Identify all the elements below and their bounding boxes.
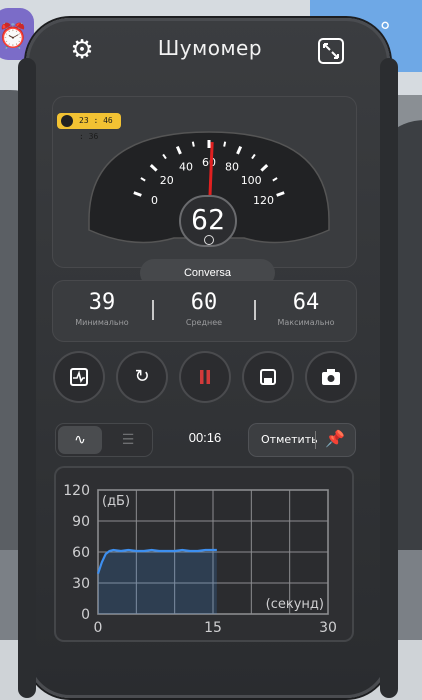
x-axis-label: (секунд) bbox=[266, 597, 324, 612]
gauge-scale-label: 0 bbox=[151, 194, 158, 207]
timer-small-icon bbox=[204, 235, 214, 245]
stat-min: 39 Минимально bbox=[52, 290, 152, 327]
stat-max-value: 64 bbox=[292, 290, 320, 315]
stat-avg-value: 60 bbox=[190, 290, 218, 315]
stat-max: 64 Максимально bbox=[256, 290, 356, 327]
wave-icon: ∿ bbox=[74, 432, 86, 448]
gauge-scale-label: 60 bbox=[202, 156, 216, 169]
page-title: Шумомер bbox=[157, 36, 263, 60]
y-tick-label: 90 bbox=[72, 514, 90, 530]
gauge-tick bbox=[223, 141, 227, 147]
history-chart: 120 90 60 30 00 15 30 (дБ) (секунд) bbox=[63, 483, 337, 636]
gauge-tick bbox=[191, 141, 195, 147]
reset-icon: ↻ bbox=[134, 366, 150, 387]
gauge-scale-label: 40 bbox=[179, 161, 193, 174]
heart-icon bbox=[61, 115, 73, 127]
stat-min-label: Минимально bbox=[75, 318, 129, 327]
current-db-value: 62 bbox=[191, 203, 225, 236]
save-icon bbox=[260, 369, 276, 385]
y-tick-label: 0 bbox=[81, 607, 90, 623]
y-tick-label: 120 bbox=[63, 483, 90, 499]
pause-icon bbox=[200, 370, 210, 384]
y-tick-label: 60 bbox=[72, 545, 90, 561]
camera-icon bbox=[322, 369, 340, 385]
save-button[interactable] bbox=[244, 353, 292, 401]
alarm-clock-icon: ⏰ bbox=[0, 22, 28, 50]
current-db-readout: 62 bbox=[179, 195, 237, 247]
mark-button-label: Отметить bbox=[261, 433, 318, 446]
chart-button[interactable] bbox=[55, 353, 103, 401]
frame-edge bbox=[380, 58, 398, 698]
stat-avg-label: Среднее bbox=[185, 318, 223, 327]
screenshot-button[interactable] bbox=[307, 353, 355, 401]
y-axis-label: (дБ) bbox=[102, 494, 130, 509]
gauge-scale-label: 100 bbox=[241, 174, 262, 187]
x-tick-label: 30 bbox=[319, 620, 337, 636]
stat-min-value: 39 bbox=[88, 290, 116, 315]
gauge-scale-label: 80 bbox=[225, 161, 239, 174]
gear-icon[interactable]: ⚙ bbox=[66, 34, 98, 66]
stat-max-label: Максимально bbox=[277, 318, 335, 327]
chart-icon bbox=[70, 368, 88, 386]
x-tick-label: 0 bbox=[94, 620, 103, 636]
series-area bbox=[98, 549, 217, 614]
divider bbox=[315, 431, 316, 449]
mark-button[interactable]: Отметить 📌 bbox=[249, 424, 355, 456]
graph-view-tab[interactable]: ∿ bbox=[58, 426, 102, 454]
x-tick-label: 15 bbox=[204, 620, 222, 636]
stat-avg: 60 Среднее bbox=[154, 290, 254, 327]
gauge-scale-label: 20 bbox=[160, 174, 174, 187]
gauge-scale-label: 120 bbox=[253, 194, 274, 207]
list-view-tab[interactable]: ☰ bbox=[106, 426, 150, 454]
pause-button[interactable] bbox=[181, 353, 229, 401]
elapsed-time: 00:16 bbox=[188, 430, 222, 445]
reset-button[interactable]: ↻ bbox=[118, 353, 166, 401]
y-tick-label: 30 bbox=[72, 576, 90, 592]
frame-edge bbox=[18, 58, 36, 698]
expand-icon[interactable] bbox=[318, 38, 344, 64]
list-icon: ☰ bbox=[121, 432, 135, 448]
pin-icon: 📌 bbox=[325, 429, 345, 448]
